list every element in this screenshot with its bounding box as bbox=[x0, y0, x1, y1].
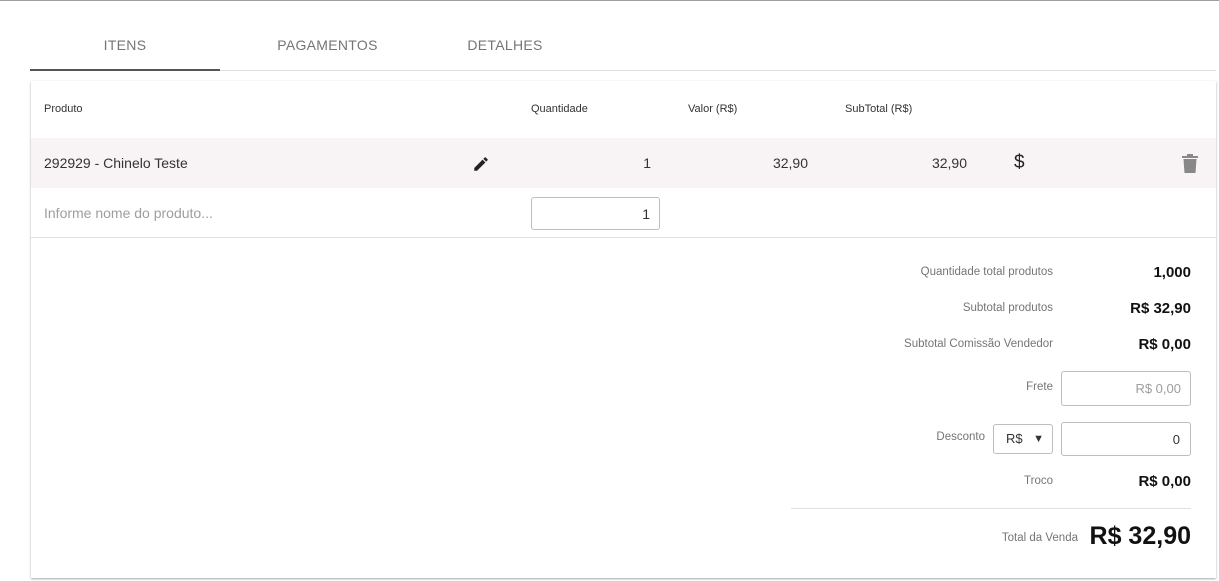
new-item-row bbox=[31, 188, 1216, 238]
desconto-input[interactable] bbox=[1061, 422, 1191, 456]
total-value: R$ 32,90 bbox=[1089, 522, 1191, 550]
desconto-label: Desconto bbox=[936, 431, 985, 443]
items-card: Produto Quantidade Valor (R$) SubTotal (… bbox=[31, 81, 1216, 578]
header-produto: Produto bbox=[44, 103, 83, 115]
summary-divider bbox=[791, 508, 1191, 509]
tab-bar: ITENS PAGAMENTOS DETALHES bbox=[30, 22, 1216, 71]
table-row: 292929 - Chinelo Teste 1 32,90 32,90 $ bbox=[31, 138, 1216, 188]
comissao-label: Subtotal Comissão Vendedor bbox=[904, 338, 1053, 350]
frete-label: Frete bbox=[1026, 381, 1053, 393]
header-quantidade: Quantidade bbox=[531, 103, 588, 115]
troco-label: Troco bbox=[1024, 475, 1053, 487]
row-subtotal: 32,90 bbox=[931, 155, 967, 171]
tab-pagamentos[interactable]: PAGAMENTOS bbox=[220, 22, 435, 70]
product-search-input[interactable] bbox=[44, 198, 464, 228]
row-quantidade: 1 bbox=[643, 155, 651, 171]
frete-input[interactable] bbox=[1061, 371, 1191, 406]
subtotal-value: R$ 32,90 bbox=[1130, 300, 1191, 317]
row-produto: 292929 - Chinelo Teste bbox=[44, 155, 188, 171]
comissao-value: R$ 0,00 bbox=[1138, 336, 1191, 353]
qtd-total-value: 1,000 bbox=[1153, 264, 1191, 281]
quantity-input[interactable] bbox=[531, 197, 660, 230]
qtd-total-label: Quantidade total produtos bbox=[920, 266, 1053, 278]
subtotal-label: Subtotal produtos bbox=[962, 302, 1053, 314]
row-valor: 32,90 bbox=[772, 155, 808, 171]
tab-itens[interactable]: ITENS bbox=[30, 22, 220, 71]
header-valor: Valor (R$) bbox=[688, 103, 738, 115]
top-divider bbox=[0, 0, 1219, 1]
total-label: Total da Venda bbox=[1001, 532, 1078, 544]
dollar-icon[interactable]: $ bbox=[1014, 138, 1025, 188]
tab-detalhes[interactable]: DETALHES bbox=[440, 22, 570, 70]
trash-icon[interactable] bbox=[1182, 154, 1198, 173]
header-subtotal: SubTotal (R$) bbox=[845, 103, 913, 115]
desconto-type-value: R$ bbox=[1006, 431, 1023, 446]
desconto-type-select[interactable]: R$ ▼ bbox=[993, 424, 1053, 454]
troco-value: R$ 0,00 bbox=[1138, 473, 1191, 490]
pencil-icon[interactable] bbox=[472, 155, 490, 173]
chevron-down-icon: ▼ bbox=[1033, 433, 1044, 445]
